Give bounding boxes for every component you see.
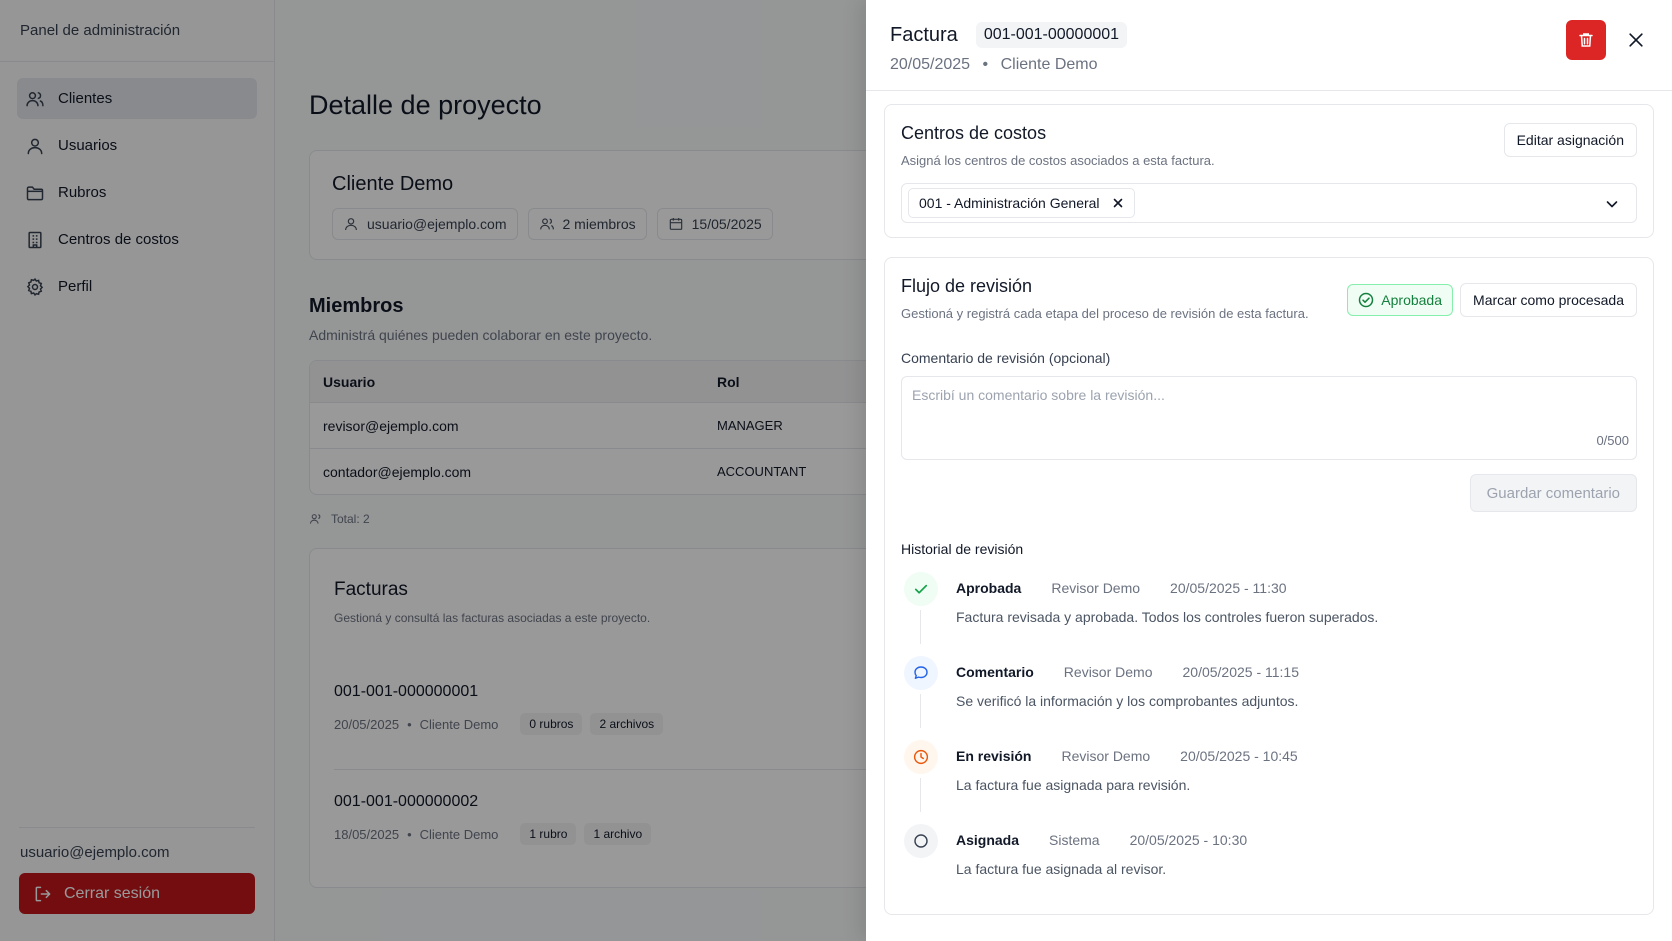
- check-circle-icon: [1358, 292, 1374, 308]
- save-comment-button[interactable]: Guardar comentario: [1469, 474, 1637, 512]
- history-status: En revisión: [956, 748, 1032, 764]
- drawer-header: Factura 001-001-00000001 20/05/2025 • Cl…: [866, 0, 1672, 91]
- close-icon: [1626, 30, 1646, 50]
- clock-icon: [904, 740, 938, 774]
- history-text: Factura revisada y aprobada. Todos los c…: [956, 609, 1379, 625]
- invoice-client: Cliente Demo: [1000, 56, 1098, 73]
- history-title: Historial de revisión: [901, 541, 1024, 557]
- delete-button[interactable]: [1566, 20, 1606, 60]
- history-text: Se verificó la información y los comprob…: [956, 693, 1299, 709]
- check-icon: [904, 572, 938, 606]
- invoice-drawer: Factura 001-001-00000001 20/05/2025 • Cl…: [866, 0, 1672, 941]
- cost-centers-card: Centros de costos Asigná los centros de …: [884, 104, 1654, 238]
- selected-cost-center-label: 001 - Administración General: [919, 195, 1100, 211]
- drawer-subtitle: 20/05/2025 • Cliente Demo: [890, 56, 1648, 74]
- history-status: Asignada: [956, 832, 1020, 848]
- remove-chip-icon[interactable]: [1112, 197, 1124, 209]
- circle-icon: [904, 824, 938, 858]
- history-time: 20/05/2025 - 10:30: [1129, 832, 1248, 848]
- history-text: La factura fue asignada para revisión.: [956, 777, 1191, 793]
- history-status: Aprobada: [956, 580, 1022, 596]
- chevron-down-icon[interactable]: [1604, 196, 1620, 212]
- timeline-connector: [920, 610, 921, 644]
- history-author: Revisor Demo: [1051, 580, 1141, 596]
- status-badge: Aprobada: [1347, 284, 1453, 316]
- history-time: 20/05/2025 - 11:15: [1182, 664, 1300, 680]
- history-time: 20/05/2025 - 11:30: [1170, 580, 1287, 596]
- timeline-connector: [920, 778, 921, 812]
- history-item: Asignada Sistema 20/05/2025 - 10:30 La f…: [901, 816, 1641, 900]
- invoice-date: 20/05/2025: [890, 56, 971, 73]
- selected-cost-center-chip: 001 - Administración General: [908, 188, 1135, 218]
- comment-textarea[interactable]: [901, 376, 1637, 460]
- history-item: Comentario Revisor Demo 20/05/2025 - 11:…: [901, 648, 1641, 732]
- cost-center-select[interactable]: 001 - Administración General: [901, 183, 1637, 223]
- history-author: Sistema: [1049, 832, 1100, 848]
- comment-icon: [904, 656, 938, 690]
- history-time: 20/05/2025 - 10:45: [1180, 748, 1298, 764]
- status-label: Aprobada: [1381, 292, 1442, 308]
- history-text: La factura fue asignada al revisor.: [956, 861, 1167, 877]
- history-status: Comentario: [956, 664, 1034, 680]
- separator: •: [982, 56, 989, 73]
- close-button[interactable]: [1626, 30, 1646, 50]
- history-item: En revisión Revisor Demo 20/05/2025 - 10…: [901, 732, 1641, 816]
- invoice-number-badge: 001-001-00000001: [975, 22, 1128, 48]
- comment-counter: 0/500: [1596, 433, 1629, 448]
- review-card: Flujo de revisión Gestioná y registrá ca…: [884, 257, 1654, 915]
- history-author: Revisor Demo: [1061, 748, 1151, 764]
- edit-assignment-button[interactable]: Editar asignación: [1503, 123, 1637, 157]
- drawer-title: Factura: [890, 23, 958, 46]
- comment-label: Comentario de revisión (opcional): [901, 350, 1111, 366]
- review-history: Aprobada Revisor Demo 20/05/2025 - 11:30…: [901, 564, 1641, 900]
- history-author: Revisor Demo: [1063, 664, 1153, 680]
- trash-icon: [1577, 31, 1595, 49]
- mark-processed-button[interactable]: Marcar como procesada: [1460, 283, 1637, 317]
- history-item: Aprobada Revisor Demo 20/05/2025 - 11:30…: [901, 564, 1641, 648]
- timeline-connector: [920, 694, 921, 728]
